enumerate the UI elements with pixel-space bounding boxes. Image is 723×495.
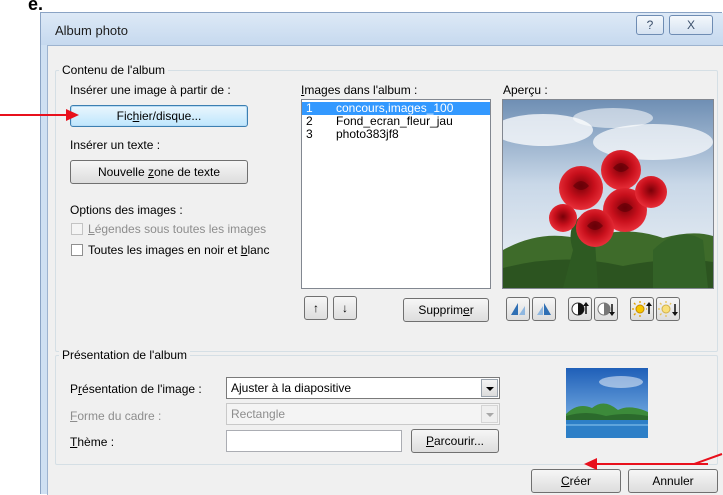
- rotate-right-button[interactable]: [532, 297, 556, 321]
- insert-image-label: Insérer une image à partir de :: [70, 83, 231, 97]
- arrow-shaft: [596, 463, 708, 465]
- move-down-button[interactable]: ↓: [333, 296, 357, 320]
- create-text-b: réer: [569, 474, 591, 488]
- frame-shape-text-b: orme du cadre :: [77, 409, 162, 423]
- decrease-contrast-button[interactable]: [594, 297, 618, 321]
- bw-text-a: Toutes les images en noir et: [88, 243, 241, 257]
- arrow-tail-icon: [693, 453, 723, 465]
- increase-brightness-button[interactable]: [630, 297, 654, 321]
- picture-layout-text-a: P: [70, 382, 79, 396]
- arrow-shaft: [0, 114, 68, 116]
- list-item-number: 3: [306, 127, 313, 141]
- picture-layout-text-b: ésentation de l'image :: [82, 382, 202, 396]
- theme-input[interactable]: [226, 430, 402, 452]
- chevron-down-icon[interactable]: [481, 405, 498, 423]
- captions-accel: L: [88, 222, 95, 236]
- theme-label: Thème :: [70, 435, 114, 449]
- brightness-up-icon: [632, 301, 652, 317]
- black-white-checkbox-label: Toutes les images en noir et blanc: [88, 243, 269, 257]
- contrast-up-icon: [571, 302, 589, 316]
- increase-contrast-button[interactable]: [568, 297, 592, 321]
- file-disk-button[interactable]: Fichier/disque...: [70, 105, 248, 127]
- layout-preview-image: [566, 368, 648, 438]
- rotate-left-icon: [511, 303, 525, 315]
- decrease-brightness-button[interactable]: [656, 297, 680, 321]
- title-bar: Album photo ? X: [41, 13, 723, 45]
- list-item[interactable]: 3 photo383jf8: [302, 128, 490, 141]
- file-button-text-b: ier/disque...: [139, 109, 202, 123]
- frame-shape-select[interactable]: Rectangle: [226, 403, 500, 425]
- delete-text-b: r: [469, 303, 474, 317]
- delete-button[interactable]: Supprimer: [403, 298, 489, 322]
- annotation-arrow-file: [0, 108, 80, 122]
- dialog-client-area: Contenu de l'album Insérer une image à p…: [47, 45, 723, 495]
- images-label-b: mages dans l'album :: [304, 83, 418, 97]
- captions-text-b: égendes sous toutes les images: [94, 222, 267, 236]
- annotation-arrow-tail: [693, 452, 723, 465]
- help-icon: ?: [646, 18, 654, 32]
- cancel-button[interactable]: Annuler: [628, 469, 718, 493]
- new-text-box-text-b: one de texte: [153, 165, 221, 179]
- arrow-down-icon: ↓: [342, 301, 348, 315]
- new-text-box-text-a: Nouvelle: [97, 165, 148, 179]
- arrow-up-icon: ↑: [313, 301, 319, 315]
- delete-accel: e: [463, 303, 470, 317]
- browse-button[interactable]: Parcourir...: [411, 429, 499, 453]
- landscape-thumbnail-icon: [566, 368, 648, 438]
- arrowhead-right-icon: [66, 109, 79, 121]
- bw-text-b: lanc: [247, 243, 270, 257]
- theme-text-b: hème :: [77, 435, 115, 449]
- picture-layout-label: Présentation de l'image :: [70, 382, 202, 396]
- delete-text-a: Supprim: [418, 303, 463, 317]
- captions-checkbox[interactable]: [71, 223, 83, 235]
- picture-layout-value: Ajuster à la diapositive: [231, 381, 352, 395]
- captions-checkbox-label: Légendes sous toutes les images: [88, 222, 266, 236]
- album-layout-legend: Présentation de l'album: [59, 348, 191, 362]
- album-images-list[interactable]: 1 concours,images_100 2 Fond_ecran_fleur…: [301, 99, 491, 289]
- picture-layout-select[interactable]: Ajuster à la diapositive: [226, 377, 500, 399]
- create-accel: C: [560, 474, 570, 488]
- help-button[interactable]: ?: [636, 15, 664, 35]
- browse-text-b: arcourir...: [434, 434, 485, 448]
- close-icon: X: [686, 18, 695, 32]
- images-in-album-label: Images dans l'album :: [301, 83, 417, 97]
- contrast-down-icon: [597, 302, 615, 316]
- create-button[interactable]: Créer: [531, 469, 621, 493]
- move-up-button[interactable]: ↑: [304, 296, 328, 320]
- insert-text-label: Insérer un texte :: [70, 138, 161, 152]
- album-content-legend: Contenu de l'album: [59, 63, 169, 77]
- new-text-box-button[interactable]: Nouvelle zone de texte: [70, 160, 248, 184]
- roses-photo-icon: [503, 100, 713, 288]
- brightness-down-icon: [658, 301, 678, 317]
- chevron-down-icon[interactable]: [481, 379, 498, 397]
- close-button[interactable]: X: [669, 15, 713, 35]
- preview-image: [502, 99, 714, 289]
- rotate-left-button[interactable]: [506, 297, 530, 321]
- album-photo-dialog: Album photo ? X Contenu de l'album Insér…: [40, 12, 723, 495]
- frame-shape-value: Rectangle: [231, 407, 286, 421]
- rotate-right-icon: [537, 303, 551, 315]
- image-options-label: Options des images :: [70, 203, 183, 217]
- list-item-name: photo383jf8: [336, 127, 399, 141]
- browse-accel: P: [425, 434, 434, 448]
- file-button-text-a: Fic: [116, 109, 133, 123]
- dialog-title: Album photo: [55, 23, 128, 38]
- preview-label: Aperçu :: [503, 83, 548, 97]
- black-white-checkbox[interactable]: [71, 244, 83, 256]
- frame-shape-label: Forme du cadre :: [70, 409, 161, 423]
